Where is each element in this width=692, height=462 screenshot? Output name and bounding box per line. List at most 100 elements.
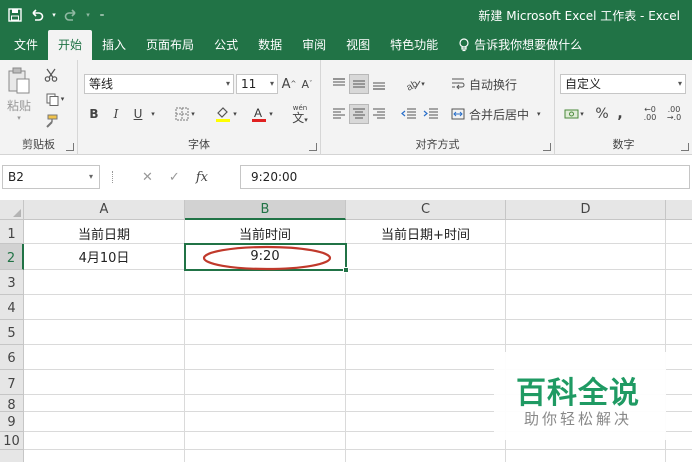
clipboard-launcher-icon[interactable]	[66, 143, 74, 151]
customize-qat-icon[interactable]: ₌	[96, 6, 108, 24]
cell-a8[interactable]	[24, 395, 185, 412]
cell-c5[interactable]	[346, 320, 506, 345]
formula-bar-splitter[interactable]	[112, 171, 115, 183]
insert-function-icon[interactable]: fx	[196, 170, 208, 185]
cell-c4[interactable]	[346, 295, 506, 320]
cell-c11[interactable]	[346, 450, 506, 462]
increase-font-size-icon[interactable]: A ^	[280, 74, 298, 94]
cancel-icon[interactable]: ✕	[142, 170, 153, 185]
decrease-decimal-icon[interactable]: .00 →.0	[663, 104, 685, 124]
decrease-indent-icon[interactable]	[399, 104, 419, 124]
redo-dropdown-icon[interactable]: ▾	[84, 6, 92, 24]
row-header-11[interactable]	[0, 450, 24, 462]
cell-a3[interactable]	[24, 270, 185, 295]
cell-e2[interactable]	[666, 244, 692, 270]
cell-a10[interactable]	[24, 432, 185, 450]
row-header-1[interactable]: 1	[0, 220, 24, 244]
middle-align-icon[interactable]	[349, 74, 369, 94]
font-size-select[interactable]: 11 ▾	[236, 74, 278, 94]
cell-d1[interactable]	[506, 220, 666, 244]
italic-button[interactable]: I	[106, 104, 126, 124]
row-header-6[interactable]: 6	[0, 345, 24, 370]
orientation-icon[interactable]: ab ▾	[401, 74, 429, 94]
bold-button[interactable]: B	[84, 104, 104, 124]
accounting-format-icon[interactable]: ▾	[559, 104, 589, 124]
tab-special-features[interactable]: 特色功能	[380, 30, 448, 60]
column-header-e[interactable]	[666, 200, 692, 220]
column-header-b[interactable]: B	[185, 200, 346, 220]
undo-dropdown-icon[interactable]: ▾	[50, 6, 58, 24]
name-box[interactable]: B2 ▾	[2, 165, 100, 189]
tell-me-box[interactable]: 告诉我你想要做什么	[448, 30, 592, 60]
align-center-icon[interactable]	[349, 104, 369, 124]
cell-c9[interactable]	[346, 412, 506, 432]
row-header-7[interactable]: 7	[0, 370, 24, 395]
cell-a4[interactable]	[24, 295, 185, 320]
cell-a6[interactable]	[24, 345, 185, 370]
cell-a7[interactable]	[24, 370, 185, 395]
row-header-4[interactable]: 4	[0, 295, 24, 320]
formula-input[interactable]: 9:20:00	[240, 165, 690, 189]
cell-e8[interactable]	[666, 395, 692, 412]
fill-color-icon[interactable]: ▾	[210, 104, 242, 124]
undo-icon[interactable]	[28, 6, 46, 24]
cell-d5[interactable]	[506, 320, 666, 345]
align-left-icon[interactable]	[329, 104, 349, 124]
cell-e9[interactable]	[666, 412, 692, 432]
increase-indent-icon[interactable]	[421, 104, 441, 124]
format-painter-icon[interactable]	[42, 112, 60, 130]
cell-c10[interactable]	[346, 432, 506, 450]
column-header-d[interactable]: D	[506, 200, 666, 220]
cell-c3[interactable]	[346, 270, 506, 295]
cell-e4[interactable]	[666, 295, 692, 320]
cell-e1[interactable]	[666, 220, 692, 244]
row-header-2[interactable]: 2	[0, 244, 24, 270]
top-align-icon[interactable]	[329, 74, 349, 94]
copy-icon[interactable]: ▾	[42, 90, 68, 108]
phonetic-guide-icon[interactable]: wén 文▾	[284, 102, 316, 126]
tab-page-layout[interactable]: 页面布局	[136, 30, 204, 60]
cell-d4[interactable]	[506, 295, 666, 320]
cell-e3[interactable]	[666, 270, 692, 295]
cell-b3[interactable]	[185, 270, 346, 295]
cell-c7[interactable]	[346, 370, 506, 395]
cut-icon[interactable]	[42, 66, 60, 84]
tab-home[interactable]: 开始	[48, 30, 93, 60]
cell-d3[interactable]	[506, 270, 666, 295]
cell-a2[interactable]: 4月10日	[24, 244, 185, 270]
cell-b5[interactable]	[185, 320, 346, 345]
row-header-9[interactable]: 9	[0, 412, 24, 432]
tab-file[interactable]: 文件	[4, 30, 48, 60]
cell-e5[interactable]	[666, 320, 692, 345]
redo-icon[interactable]	[62, 6, 80, 24]
bottom-align-icon[interactable]	[369, 74, 389, 94]
cell-b10[interactable]	[185, 432, 346, 450]
percent-style-icon[interactable]: %	[593, 104, 611, 124]
cell-b11[interactable]	[185, 450, 346, 462]
cell-a11[interactable]	[24, 450, 185, 462]
cell-a9[interactable]	[24, 412, 185, 432]
cell-e6[interactable]	[666, 345, 692, 370]
align-right-icon[interactable]	[369, 104, 389, 124]
cell-b6[interactable]	[185, 345, 346, 370]
borders-icon[interactable]: ▾	[170, 104, 200, 124]
comma-style-icon[interactable]: ,	[613, 104, 627, 124]
select-all-button[interactable]	[0, 200, 24, 220]
tab-data[interactable]: 数据	[248, 30, 292, 60]
column-header-a[interactable]: A	[24, 200, 185, 220]
cell-a5[interactable]	[24, 320, 185, 345]
tab-view[interactable]: 视图	[336, 30, 380, 60]
column-header-c[interactable]: C	[346, 200, 506, 220]
decrease-font-size-icon[interactable]: Aˇ	[298, 74, 316, 94]
cell-b4[interactable]	[185, 295, 346, 320]
tab-review[interactable]: 审阅	[292, 30, 336, 60]
number-format-select[interactable]: 自定义 ▾	[560, 74, 686, 94]
cell-d11[interactable]	[506, 450, 666, 462]
row-header-3[interactable]: 3	[0, 270, 24, 295]
cell-b8[interactable]	[185, 395, 346, 412]
cell-c1[interactable]: 当前日期+时间	[346, 220, 506, 244]
alignment-launcher-icon[interactable]	[543, 143, 551, 151]
row-header-10[interactable]: 10	[0, 432, 24, 450]
font-launcher-icon[interactable]	[309, 143, 317, 151]
number-launcher-icon[interactable]	[681, 143, 689, 151]
